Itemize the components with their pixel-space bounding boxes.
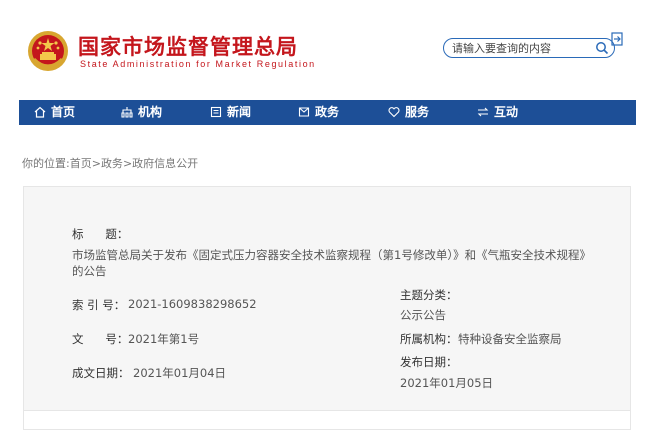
main-nav: 首页 机构 新闻 政务 服务 互动 — [19, 100, 636, 125]
nav-item-label: 互动 — [494, 105, 519, 119]
nav-item-interaction[interactable]: 互动 — [477, 100, 518, 125]
index-number-label: 索 引 号： — [72, 298, 126, 312]
nav-item-government-affairs[interactable]: 政务 — [298, 100, 339, 125]
site-title: 国家市场监督管理总局 — [78, 35, 298, 59]
index-number-value: 2021-1609838298652 — [128, 297, 257, 311]
search-icon[interactable] — [595, 41, 609, 55]
search-box — [443, 38, 615, 58]
written-date-value: 2021年01月04日 — [133, 366, 227, 380]
nav-item-organization[interactable]: 机构 — [121, 100, 162, 125]
publish-date-value: 2021年01月05日 — [400, 376, 494, 390]
government-affairs-icon — [298, 107, 310, 117]
document-content-panel — [23, 410, 631, 430]
agency-value: 特种设备安全监察局 — [458, 332, 562, 346]
breadcrumb-prefix: 你的位置: — [22, 157, 70, 170]
title-label: 标 题： — [72, 227, 129, 241]
nav-item-services[interactable]: 服务 — [388, 100, 429, 125]
breadcrumb-link-government-affairs[interactable]: 政务 — [101, 157, 123, 170]
exchange-icon — [477, 107, 489, 117]
category-label: 主题分类： — [400, 288, 458, 302]
breadcrumb-link-info-disclosure[interactable]: 政府信息公开 — [132, 157, 198, 170]
login-icon[interactable] — [610, 32, 624, 46]
organization-icon — [121, 107, 133, 118]
site-header: 国家市场监督管理总局 State Administration for Mark… — [0, 0, 645, 100]
nav-item-label: 机构 — [138, 105, 163, 119]
search-input[interactable] — [452, 40, 592, 56]
agency-label: 所属机构： — [400, 332, 458, 346]
nav-item-label: 政务 — [315, 105, 340, 119]
breadcrumb-link-home[interactable]: 首页 — [70, 157, 92, 170]
home-icon — [34, 106, 46, 118]
document-number-value: 2021年第1号 — [128, 332, 200, 346]
breadcrumb: 你的位置:首页>政务>政府信息公开 — [22, 155, 198, 171]
nav-item-news[interactable]: 新闻 — [210, 100, 251, 125]
national-emblem-icon — [28, 31, 68, 71]
nav-item-home[interactable]: 首页 — [34, 100, 75, 125]
nav-item-label: 新闻 — [227, 105, 252, 119]
document-title: 市场监管总局关于发布《固定式压力容器安全技术监察规程（第1号修改单）》和《气瓶安… — [72, 248, 592, 278]
category-value: 公示公告 — [400, 308, 446, 322]
nav-item-label: 首页 — [51, 105, 76, 119]
publish-date-label: 发布日期： — [400, 355, 458, 369]
breadcrumb-separator: > — [91, 157, 101, 170]
written-date-label: 成文日期： — [72, 366, 130, 380]
nav-item-label: 服务 — [405, 105, 430, 119]
site-subtitle: State Administration for Market Regulati… — [80, 59, 316, 69]
breadcrumb-separator: > — [122, 157, 133, 170]
news-icon — [210, 106, 222, 118]
document-number-label: 文 号： — [72, 332, 129, 346]
heart-icon — [388, 107, 400, 118]
